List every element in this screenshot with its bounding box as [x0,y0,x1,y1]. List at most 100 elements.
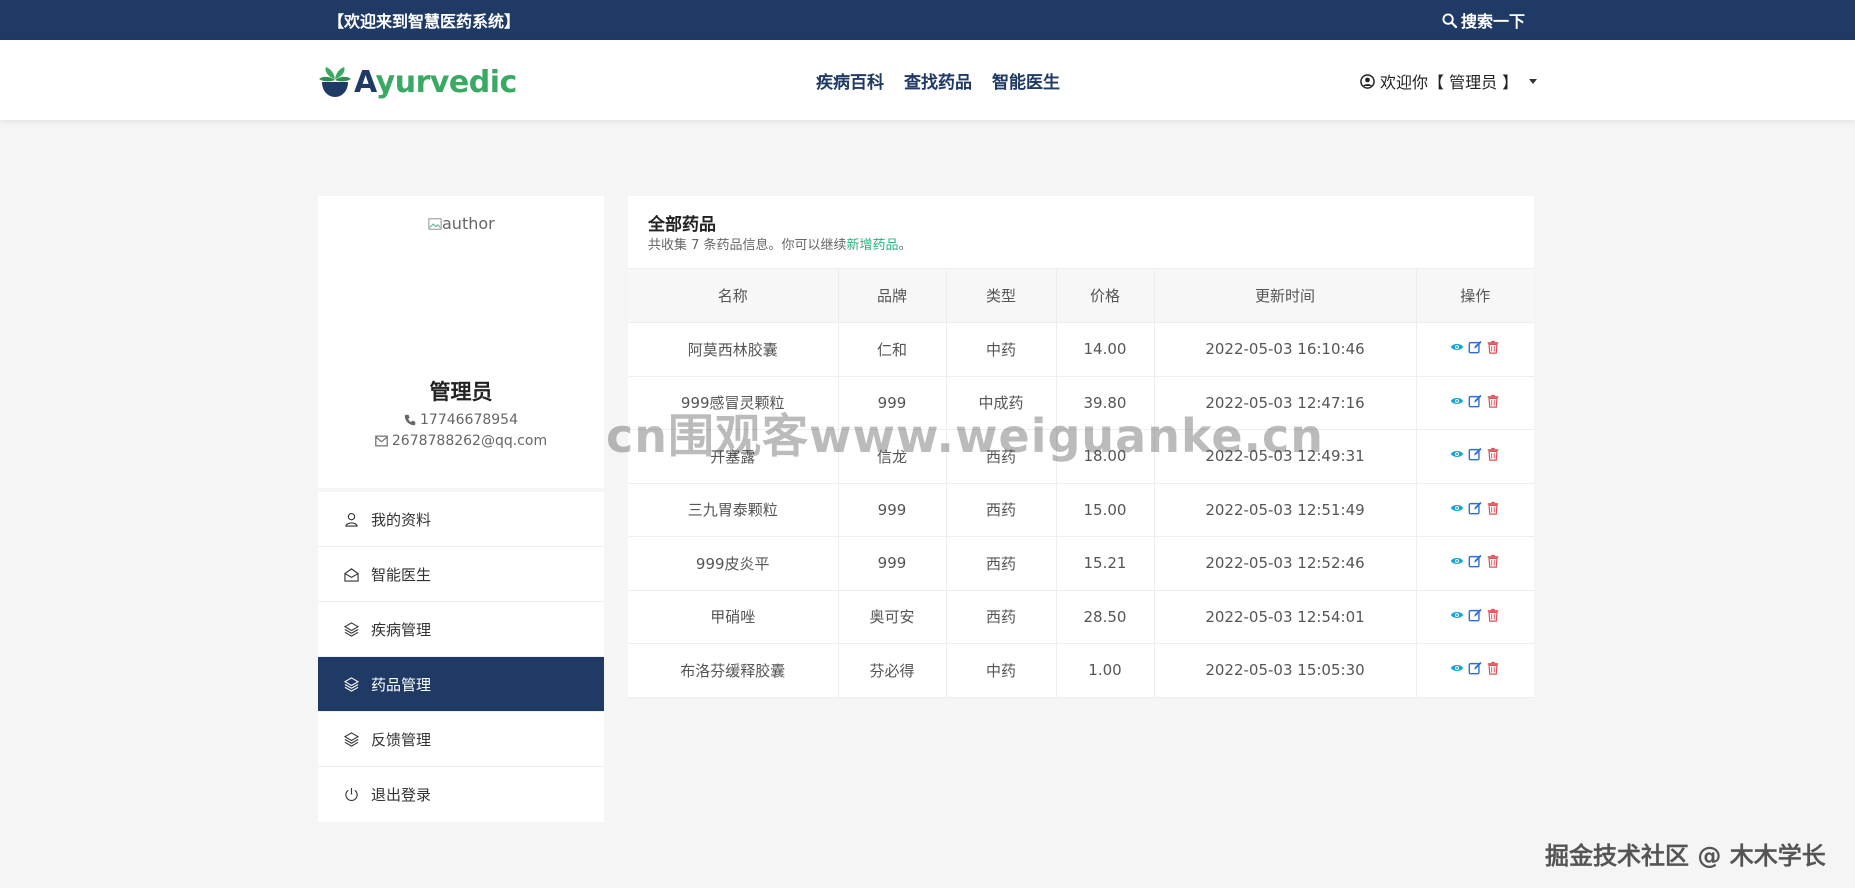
page-subtitle: 共收集 7 条药品信息。你可以继续新增药品。 [648,234,912,253]
cell-price: 15.00 [1056,483,1155,537]
cell-type: 西药 [946,483,1057,537]
footer-watermark: 掘金技术社区 @ 木木学长 [1545,842,1826,870]
medicine-list-card: 全部药品 共收集 7 条药品信息。你可以继续新增药品。 名称 品牌 类型 价格 … [628,196,1534,698]
menu-item-label: 退出登录 [371,786,432,804]
table-row: 阿莫西林胶囊 仁和 中药 14.00 2022-05-03 16:10:46 [628,322,1534,377]
trash-icon[interactable] [1486,661,1500,675]
column-header-type[interactable]: 类型 [946,268,1057,323]
add-medicine-link[interactable]: 新增药品 [847,238,899,253]
profile-card: author 管理员 17746678954 2678788262@qq.com [318,196,604,488]
page-title: 全部药品 [648,215,716,235]
logo[interactable]: Ayurvedic [318,62,517,102]
cell-actions [1416,590,1534,644]
profile-phone: 17746678954 [318,412,604,428]
cell-type: 中药 [946,643,1057,698]
edit-icon[interactable] [1468,501,1482,515]
eye-icon[interactable] [1450,394,1464,408]
layers-icon [344,676,359,692]
trash-icon[interactable] [1486,554,1500,568]
column-header-price[interactable]: 价格 [1056,268,1155,323]
cell-brand: 999 [838,376,947,430]
avatar-alt-text: author [442,214,495,233]
leaf-bowl-icon [319,67,351,97]
avatar: author [428,214,495,233]
menu-item-logout[interactable]: 退出登录 [318,767,604,822]
menu-item-label: 药品管理 [371,675,432,694]
eye-icon[interactable] [1450,608,1464,622]
cell-actions [1416,536,1534,591]
cell-updated: 2022-05-03 12:52:46 [1154,536,1417,591]
search-icon [1442,12,1457,28]
cell-actions [1416,322,1534,377]
trash-icon[interactable] [1486,447,1500,461]
cell-type: 中药 [946,322,1057,377]
nav-disease-encyclopedia[interactable]: 疾病百科 [816,68,884,93]
eye-icon[interactable] [1450,340,1464,354]
column-header-brand[interactable]: 品牌 [838,268,947,323]
user-menu-label: 欢迎你【 管理员 】 [1380,73,1519,92]
edit-icon[interactable] [1468,661,1482,675]
trash-icon[interactable] [1486,501,1500,515]
menu-item-my-profile[interactable]: 我的资料 [318,492,604,547]
cell-actions [1416,643,1534,698]
cell-type: 西药 [946,536,1057,591]
subtitle-suffix: 。 [898,238,912,253]
column-header-updated[interactable]: 更新时间 [1154,268,1417,323]
cell-price: 28.50 [1056,590,1155,644]
edit-icon[interactable] [1468,340,1482,354]
cell-price: 14.00 [1056,322,1155,377]
cell-price: 39.80 [1056,376,1155,430]
table-header-row: 名称 品牌 类型 价格 更新时间 操作 [628,268,1534,323]
nav-links: 疾病百科 查找药品 智能医生 [816,68,1060,93]
cell-price: 18.00 [1056,429,1155,484]
cell-type: 中成药 [946,376,1057,430]
trash-icon[interactable] [1486,608,1500,622]
search-link[interactable]: 搜索一下 [1442,8,1525,32]
table-row: 999感冒灵颗粒 999 中成药 39.80 2022-05-03 12:47:16 [628,376,1534,430]
menu-item-label: 我的资料 [371,510,432,529]
profile-name: 管理员 [429,380,493,404]
cell-name: 999皮炎平 [628,536,839,591]
edit-icon[interactable] [1468,554,1482,568]
nav-find-medicine[interactable]: 查找药品 [904,68,972,93]
nav-smart-doctor[interactable]: 智能医生 [992,68,1060,93]
cell-type: 西药 [946,590,1057,644]
eye-icon[interactable] [1450,447,1464,461]
medicine-table: 名称 品牌 类型 价格 更新时间 操作 阿莫西林胶囊 仁和 中药 14.00 2022-… [628,268,1534,698]
cell-name: 开塞露 [628,429,839,484]
eye-icon[interactable] [1450,661,1464,675]
trash-icon[interactable] [1486,394,1500,408]
cell-updated: 2022-05-03 16:10:46 [1154,322,1417,377]
cell-name: 三九胃泰颗粒 [628,483,839,537]
edit-icon[interactable] [1468,608,1482,622]
menu-item-label: 反馈管理 [371,730,432,749]
phone-number: 17746678954 [420,412,518,428]
menu-item-medicine-management[interactable]: 药品管理 [318,657,604,712]
cell-name: 甲硝唑 [628,590,839,644]
trash-icon[interactable] [1486,340,1500,354]
column-header-name[interactable]: 名称 [628,268,839,323]
menu-item-label: 智能医生 [371,565,432,584]
cell-updated: 2022-05-03 12:47:16 [1154,376,1417,430]
layers-icon [344,731,359,747]
user-menu-dropdown[interactable]: 欢迎你【 管理员 】 [1360,69,1538,93]
menu-item-disease-management[interactable]: 疾病管理 [318,602,604,657]
column-header-actions: 操作 [1416,268,1534,323]
eye-icon[interactable] [1450,501,1464,515]
envelope-open-icon [344,567,359,582]
cell-brand: 仁和 [838,322,947,377]
user-circle-icon [1360,73,1375,89]
cell-type: 西药 [946,429,1057,484]
menu-item-feedback-management[interactable]: 反馈管理 [318,712,604,767]
edit-icon[interactable] [1468,394,1482,408]
subtitle-text: 共收集 7 条药品信息。你可以继续 [648,238,847,253]
cell-updated: 2022-05-03 12:49:31 [1154,429,1417,484]
edit-icon[interactable] [1468,447,1482,461]
menu-item-label: 疾病管理 [371,620,432,639]
table-row: 甲硝唑 奥可安 西药 28.50 2022-05-03 12:54:01 [628,590,1534,644]
phone-icon [404,414,416,426]
eye-icon[interactable] [1450,554,1464,568]
cell-actions [1416,376,1534,430]
menu-item-smart-doctor[interactable]: 智能医生 [318,547,604,602]
welcome-text: 【欢迎来到智慧医药系统】 [328,12,521,31]
